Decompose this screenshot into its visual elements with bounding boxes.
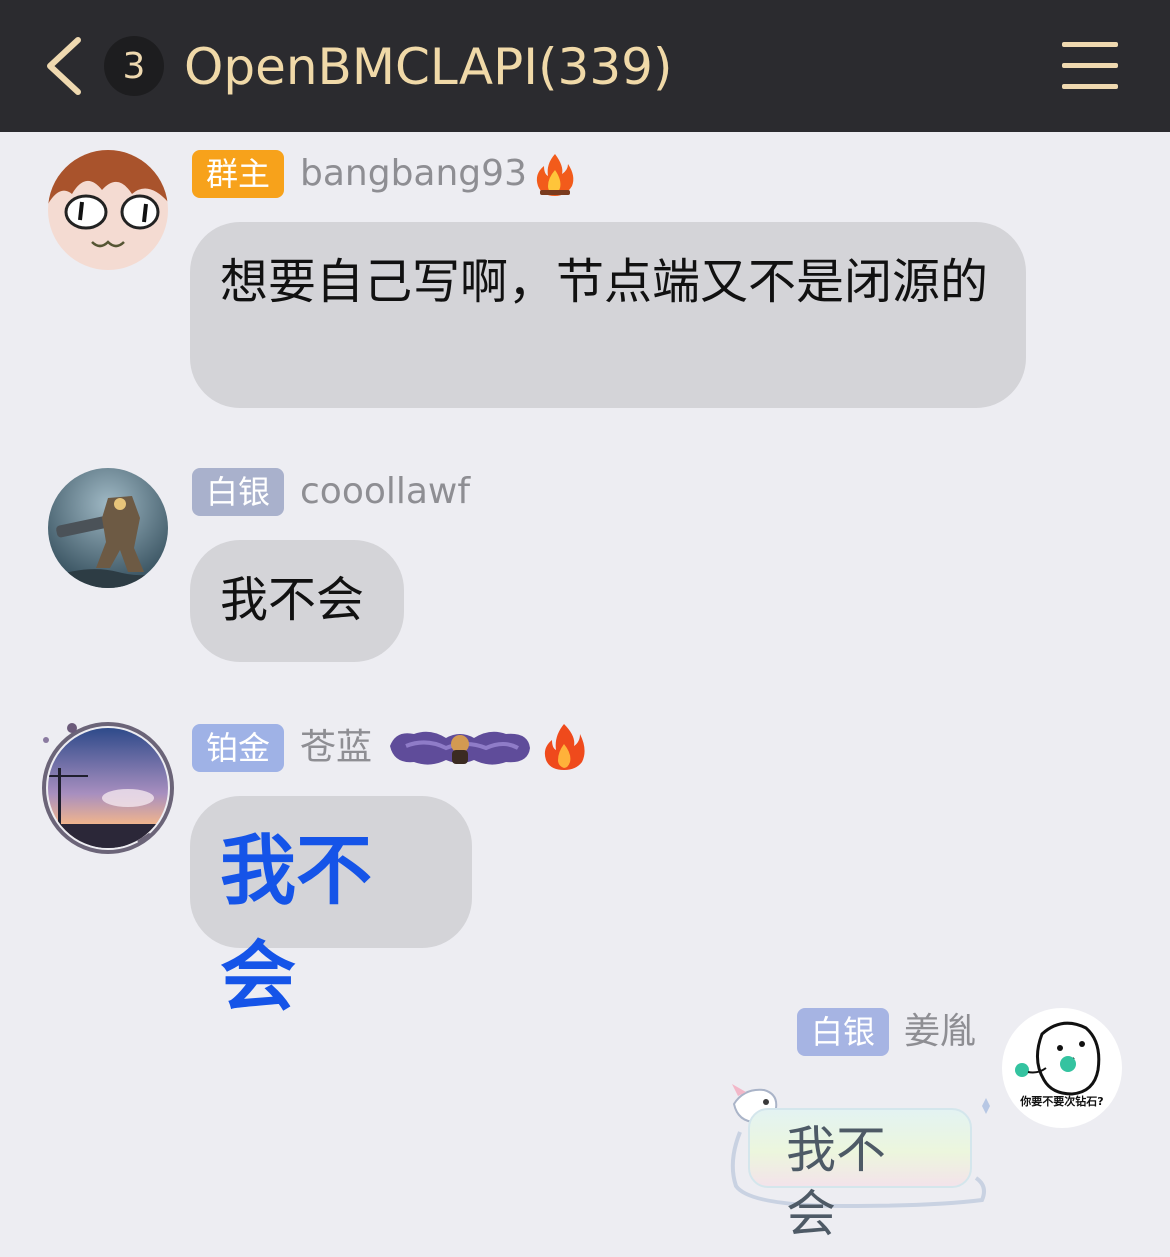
group-title: OpenBMCLAPI(339) [184, 38, 673, 96]
fire-icon [532, 150, 578, 198]
message-bubble[interactable]: 我不会 [190, 540, 404, 662]
avatar-bangbang93[interactable] [48, 150, 168, 270]
sender-name[interactable]: 苍蓝 [300, 724, 372, 772]
fire-icon [542, 722, 586, 772]
anime-face-avatar-icon [48, 150, 168, 270]
cartoon-blob-avatar-icon [1015, 1021, 1101, 1096]
message-bubble-styled[interactable]: 我不会 [190, 796, 472, 1021]
hamburger-menu-icon [1062, 42, 1118, 89]
avatar-caption: 你要不要次钻石? [1020, 1095, 1104, 1108]
rank-badge: 白银 [797, 1008, 890, 1056]
message-bubble[interactable]: 想要自己写啊，节点端又不是闭源的 [190, 222, 1026, 408]
avatar-canglan[interactable] [48, 728, 168, 848]
mech-robot-avatar-icon [48, 468, 168, 588]
sender-name[interactable]: cooollawf [300, 468, 470, 516]
chevron-left-icon [47, 37, 81, 95]
avatar-cooollawf[interactable] [48, 468, 168, 588]
unread-count-badge[interactable]: 3 [104, 36, 164, 96]
sender-name[interactable]: 姜胤 [904, 1008, 976, 1056]
rank-badge: 白银 [192, 468, 285, 516]
menu-button[interactable] [1060, 40, 1122, 92]
chat-header: 3 OpenBMCLAPI(339) [0, 0, 1170, 132]
rank-badge: 铂金 [192, 724, 285, 772]
title-medal-icon [386, 724, 534, 770]
avatar-own[interactable]: 你要不要次钻石? [1002, 1008, 1122, 1128]
back-button[interactable] [40, 34, 90, 98]
sender-name[interactable]: bangbang93 [300, 150, 527, 198]
role-badge-owner: 群主 [192, 150, 285, 198]
message-bubble-own[interactable]: 我不会 [748, 1108, 972, 1243]
sunset-sky-avatar-icon [48, 728, 168, 848]
